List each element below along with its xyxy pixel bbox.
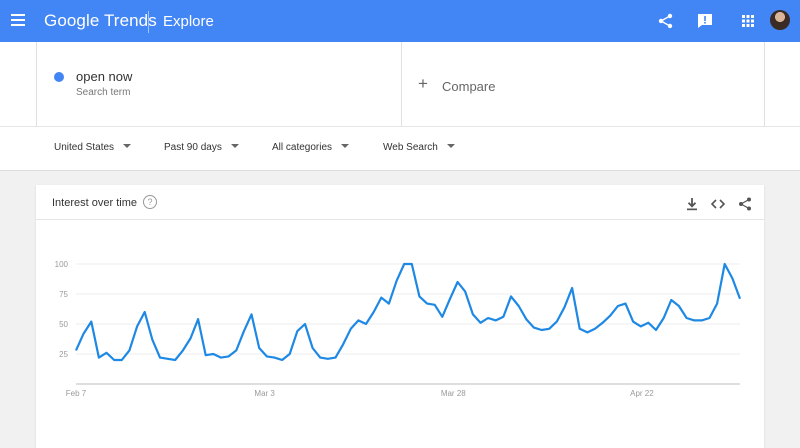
category-value: All categories xyxy=(272,142,333,153)
page-title: Explore xyxy=(163,13,214,30)
filter-bar: United States Past 90 days All categorie… xyxy=(0,126,800,171)
dropdown-arrow-icon xyxy=(446,144,455,148)
y-tick-label: 50 xyxy=(59,320,68,329)
region-dropdown[interactable]: United States xyxy=(54,142,132,153)
search-term-card[interactable]: open now Search term xyxy=(36,42,402,126)
gridlines xyxy=(76,263,740,385)
feedback-icon[interactable] xyxy=(696,12,714,30)
region-value: United States xyxy=(54,142,115,153)
compare-card[interactable]: + Compare xyxy=(400,42,765,126)
y-tick-label: 75 xyxy=(59,290,68,299)
time-range-dropdown[interactable]: Past 90 days xyxy=(164,142,239,153)
menu-icon[interactable] xyxy=(11,14,25,26)
y-tick-label: 25 xyxy=(59,350,68,359)
dropdown-arrow-icon xyxy=(230,144,239,148)
series-line-open-now xyxy=(74,262,742,362)
compare-label: Compare xyxy=(442,79,496,94)
share-icon[interactable] xyxy=(657,12,675,30)
x-tick-label: Feb 7 xyxy=(66,389,87,398)
dropdown-arrow-icon xyxy=(123,144,132,148)
y-tick-label: 100 xyxy=(55,260,69,269)
search-term-type: Search term xyxy=(76,87,131,98)
interest-over-time-card: Interest over time ? 25 50 75 100 Feb 7 Mar … xyxy=(36,185,764,448)
x-tick-label: Mar 3 xyxy=(254,389,275,398)
x-tick-label: Mar 28 xyxy=(441,389,466,398)
search-type-dropdown[interactable]: Web Search xyxy=(383,142,455,153)
category-dropdown[interactable]: All categories xyxy=(272,142,350,153)
y-tick-labels: 25 50 75 100 xyxy=(55,260,69,359)
logo[interactable]: Google Trends xyxy=(44,11,157,31)
header-divider xyxy=(148,11,149,33)
search-type-value: Web Search xyxy=(383,142,438,153)
search-terms-bar: open now Search term + Compare xyxy=(0,42,800,126)
dropdown-arrow-icon xyxy=(341,144,350,148)
series-color-dot xyxy=(54,72,64,82)
avatar[interactable] xyxy=(770,10,790,30)
line-chart: 25 50 75 100 Feb 7 Mar 3 Mar 28 Apr 22 xyxy=(55,260,742,398)
search-term-label[interactable]: open now xyxy=(76,69,132,84)
top-app-bar: Google Trends Explore xyxy=(0,0,800,42)
x-tick-labels: Feb 7 Mar 3 Mar 28 Apr 22 xyxy=(66,389,654,398)
apps-icon[interactable] xyxy=(739,12,757,30)
time-range-value: Past 90 days xyxy=(164,142,222,153)
logo-google: Google xyxy=(44,11,100,30)
x-tick-label: Apr 22 xyxy=(630,389,654,398)
plus-icon: + xyxy=(418,74,428,93)
